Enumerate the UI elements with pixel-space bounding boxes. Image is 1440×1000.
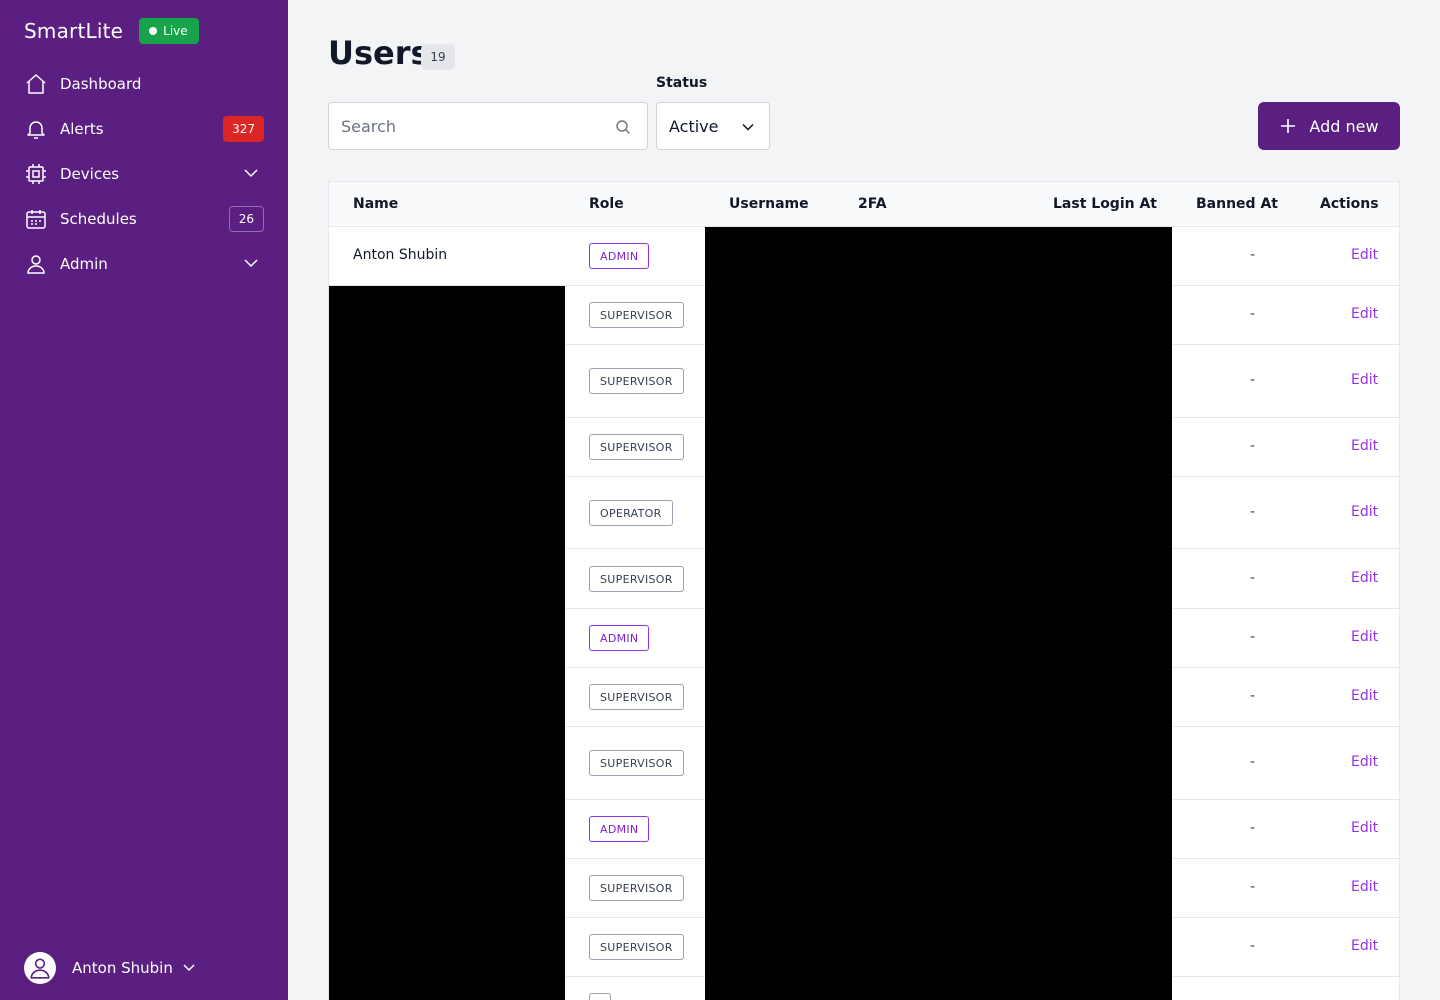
column-header-role[interactable]: Role bbox=[589, 196, 624, 212]
role-badge bbox=[589, 993, 611, 1000]
banned-at-cell: - bbox=[1250, 504, 1256, 520]
alerts-count-badge: 327 bbox=[223, 115, 264, 142]
home-icon bbox=[24, 72, 48, 96]
edit-link[interactable]: Edit bbox=[1351, 688, 1378, 704]
edit-link[interactable]: Edit bbox=[1351, 754, 1378, 770]
plus-icon bbox=[1281, 119, 1296, 133]
edit-link[interactable]: Edit bbox=[1351, 247, 1378, 263]
live-dot-icon bbox=[149, 27, 158, 35]
table-header: Name Role Username 2FA Last Login At Ban… bbox=[329, 182, 1399, 227]
chevron-down-icon[interactable] bbox=[242, 254, 260, 272]
user-name-cell: Anton Shubin bbox=[353, 247, 448, 263]
role-badge: SUPERVISOR bbox=[589, 434, 684, 460]
calendar-icon bbox=[24, 207, 48, 231]
add-new-button[interactable]: Add new bbox=[1258, 102, 1400, 150]
column-header-name[interactable]: Name bbox=[353, 196, 398, 212]
edit-link[interactable]: Edit bbox=[1351, 879, 1378, 895]
search-input[interactable] bbox=[329, 103, 589, 149]
column-header-actions: Actions bbox=[1320, 196, 1379, 212]
edit-link[interactable]: Edit bbox=[1351, 570, 1378, 586]
banned-at-cell: - bbox=[1250, 570, 1256, 586]
user-menu[interactable]: Anton Shubin bbox=[24, 952, 197, 984]
sidebar-item-schedules[interactable]: Schedules 26 bbox=[24, 196, 264, 241]
add-new-label: Add new bbox=[1309, 116, 1379, 136]
role-badge: SUPERVISOR bbox=[589, 750, 684, 776]
sidebar-item-label: Schedules bbox=[60, 209, 137, 228]
role-badge: SUPERVISOR bbox=[589, 368, 684, 394]
role-badge: ADMIN bbox=[589, 816, 650, 842]
edit-link[interactable]: Edit bbox=[1351, 306, 1378, 322]
role-badge: ADMIN bbox=[589, 625, 650, 651]
avatar bbox=[24, 952, 56, 984]
sidebar-nav: Dashboard Alerts 327 Devices Schedules 2… bbox=[24, 61, 264, 286]
schedules-count-badge: 26 bbox=[228, 205, 264, 232]
user-icon bbox=[24, 252, 48, 276]
sidebar-item-dashboard[interactable]: Dashboard bbox=[24, 61, 264, 106]
banned-at-cell: - bbox=[1250, 372, 1256, 388]
brand: SmartLite Live bbox=[24, 18, 199, 44]
sidebar-item-label: Devices bbox=[60, 164, 120, 183]
edit-link[interactable]: Edit bbox=[1351, 504, 1378, 520]
bell-icon bbox=[24, 117, 48, 141]
search-box bbox=[328, 102, 648, 150]
status-filter-value: Active bbox=[669, 116, 719, 136]
role-badge: ADMIN bbox=[589, 243, 650, 269]
sidebar-item-label: Dashboard bbox=[60, 74, 142, 93]
edit-link[interactable]: Edit bbox=[1351, 938, 1378, 954]
edit-link[interactable]: Edit bbox=[1351, 629, 1378, 645]
live-status-badge: Live bbox=[139, 18, 199, 44]
status-filter-select[interactable]: Active bbox=[656, 102, 770, 150]
banned-at-cell: - bbox=[1250, 820, 1256, 836]
sidebar-item-label: Admin bbox=[60, 254, 108, 273]
user-avatar-icon bbox=[30, 958, 50, 979]
banned-at-cell: - bbox=[1250, 688, 1256, 704]
chevron-down-icon[interactable] bbox=[181, 960, 197, 976]
edit-link[interactable]: Edit bbox=[1351, 820, 1378, 836]
sidebar-item-label: Alerts bbox=[60, 119, 104, 138]
chevron-down-icon bbox=[742, 123, 754, 131]
banned-at-cell: - bbox=[1250, 629, 1256, 645]
chip-icon bbox=[24, 162, 48, 186]
banned-at-cell: - bbox=[1250, 938, 1256, 954]
role-badge: SUPERVISOR bbox=[589, 566, 684, 592]
column-header-2fa[interactable]: 2FA bbox=[858, 196, 887, 212]
user-name: Anton Shubin bbox=[72, 959, 173, 977]
sidebar-item-alerts[interactable]: Alerts 327 bbox=[24, 106, 264, 151]
sidebar: SmartLite Live Dashboard Alerts 327 Devi… bbox=[0, 0, 288, 1000]
role-badge: SUPERVISOR bbox=[589, 684, 684, 710]
column-header-last-login[interactable]: Last Login At bbox=[1053, 196, 1157, 212]
edit-link[interactable]: Edit bbox=[1351, 438, 1378, 454]
banned-at-cell: - bbox=[1250, 306, 1256, 322]
role-badge: SUPERVISOR bbox=[589, 875, 684, 901]
redacted-names-block bbox=[329, 286, 565, 1000]
banned-at-cell: - bbox=[1250, 247, 1256, 263]
sidebar-item-admin[interactable]: Admin bbox=[24, 241, 264, 286]
search-icon[interactable] bbox=[615, 119, 631, 135]
page-title: Users bbox=[328, 34, 430, 72]
chevron-down-icon[interactable] bbox=[242, 164, 260, 182]
edit-link[interactable]: Edit bbox=[1351, 372, 1378, 388]
role-badge: SUPERVISOR bbox=[589, 302, 684, 328]
role-badge: SUPERVISOR bbox=[589, 934, 684, 960]
users-table: Name Role Username 2FA Last Login At Ban… bbox=[328, 181, 1400, 1000]
status-filter-label: Status bbox=[656, 75, 708, 91]
brand-name[interactable]: SmartLite bbox=[24, 19, 123, 43]
sidebar-item-devices[interactable]: Devices bbox=[24, 151, 264, 196]
live-label: Live bbox=[163, 24, 188, 38]
role-badge: OPERATOR bbox=[589, 500, 673, 526]
column-header-username[interactable]: Username bbox=[729, 196, 809, 212]
column-header-banned[interactable]: Banned At bbox=[1196, 196, 1278, 212]
users-count-badge: 19 bbox=[421, 44, 455, 70]
banned-at-cell: - bbox=[1250, 879, 1256, 895]
banned-at-cell: - bbox=[1250, 438, 1256, 454]
redacted-details-block bbox=[705, 227, 1172, 1000]
banned-at-cell: - bbox=[1250, 754, 1256, 770]
